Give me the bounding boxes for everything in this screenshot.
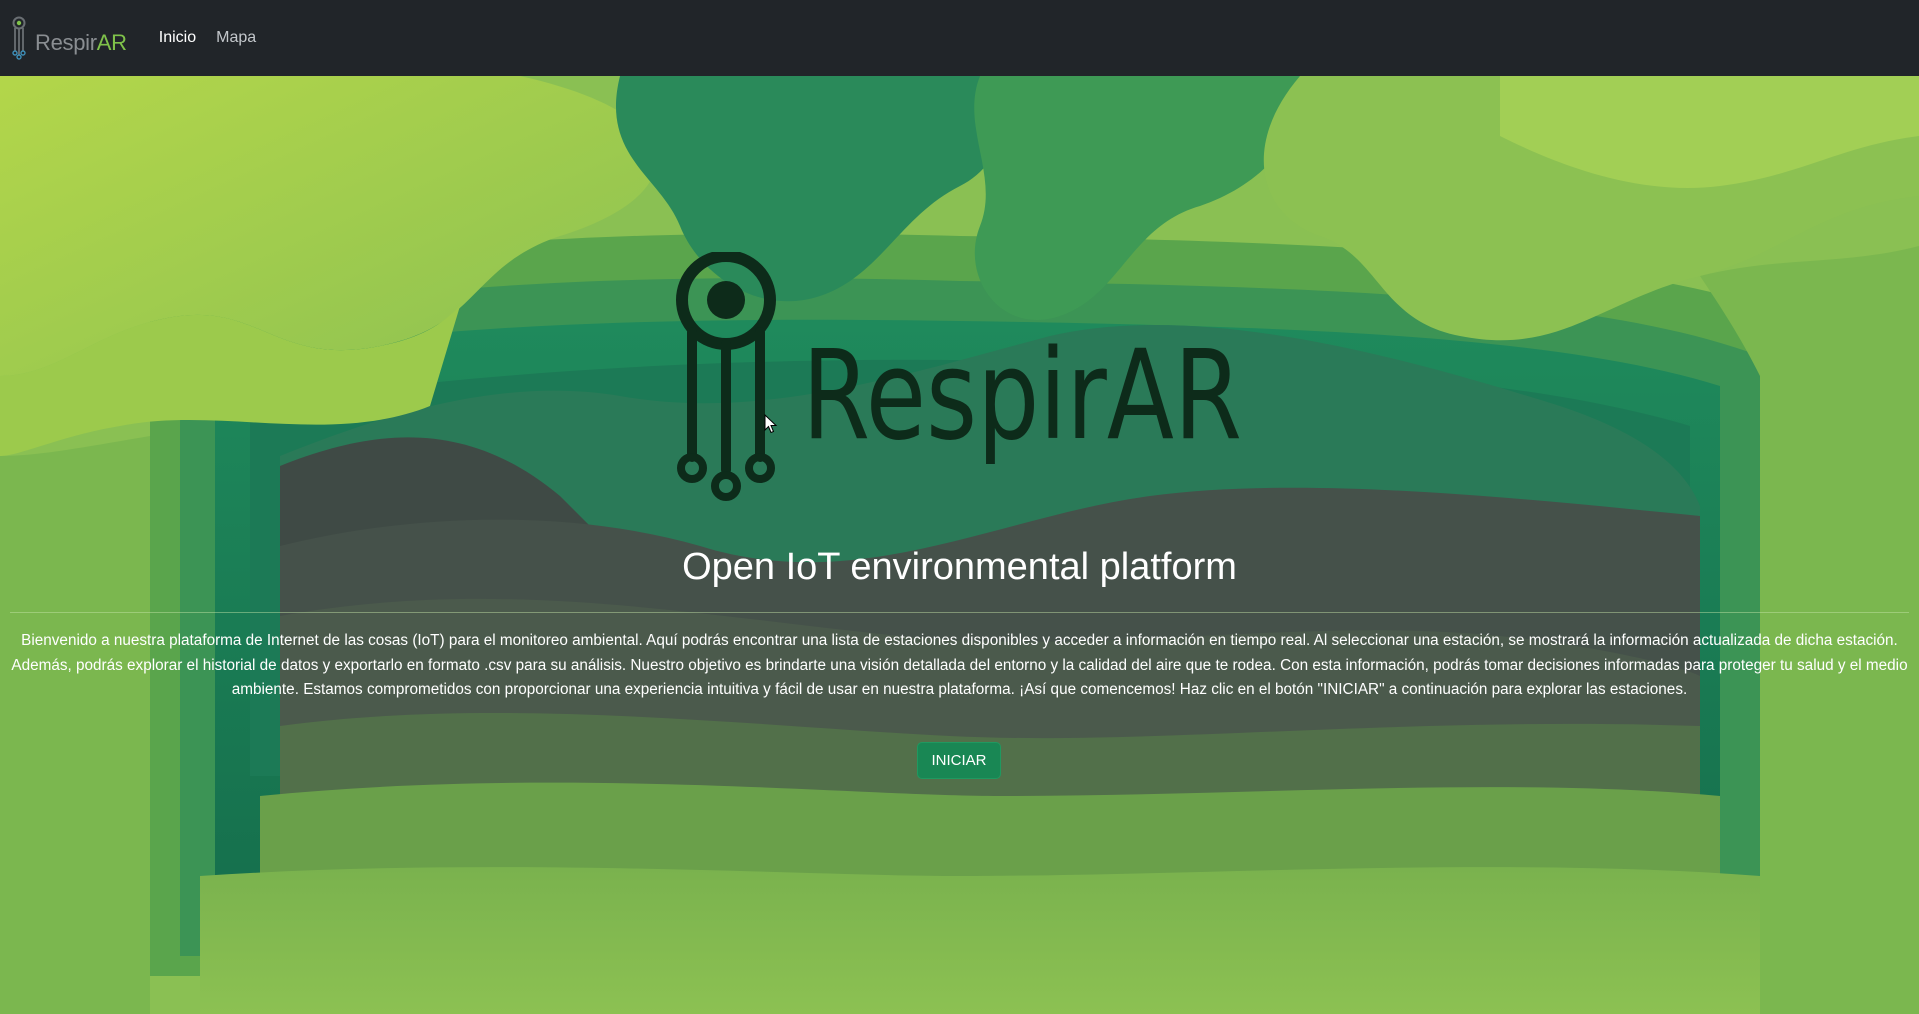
brand-name: RespirAR (35, 30, 127, 56)
brand-name-prefix: Respir (35, 30, 97, 55)
respirar-sensor-icon (676, 252, 776, 501)
nav-link-inicio[interactable]: Inicio (159, 29, 196, 47)
hero-logo-text: RespirAR (802, 324, 1242, 468)
top-navbar: RespirAR Inicio Mapa (0, 0, 1919, 76)
brand-link[interactable]: RespirAR (12, 15, 127, 61)
hero-tagline: Open IoT environmental platform (682, 546, 1237, 588)
brand-name-suffix: AR (96, 30, 127, 55)
hero-section: RespirAR Open IoT environmental platform… (0, 76, 1919, 1014)
nav-link-mapa[interactable]: Mapa (216, 29, 256, 47)
respirar-sensor-icon (12, 16, 26, 60)
respirar-hero-logo: RespirAR (676, 252, 1242, 501)
hero-description: Bienvenido a nuestra plataforma de Inter… (11, 632, 1908, 698)
mouse-pointer-icon (764, 414, 778, 434)
start-button[interactable]: INICIAR (917, 742, 1001, 779)
hero-background-illustration (0, 76, 1919, 1014)
hero-divider (10, 612, 1909, 613)
